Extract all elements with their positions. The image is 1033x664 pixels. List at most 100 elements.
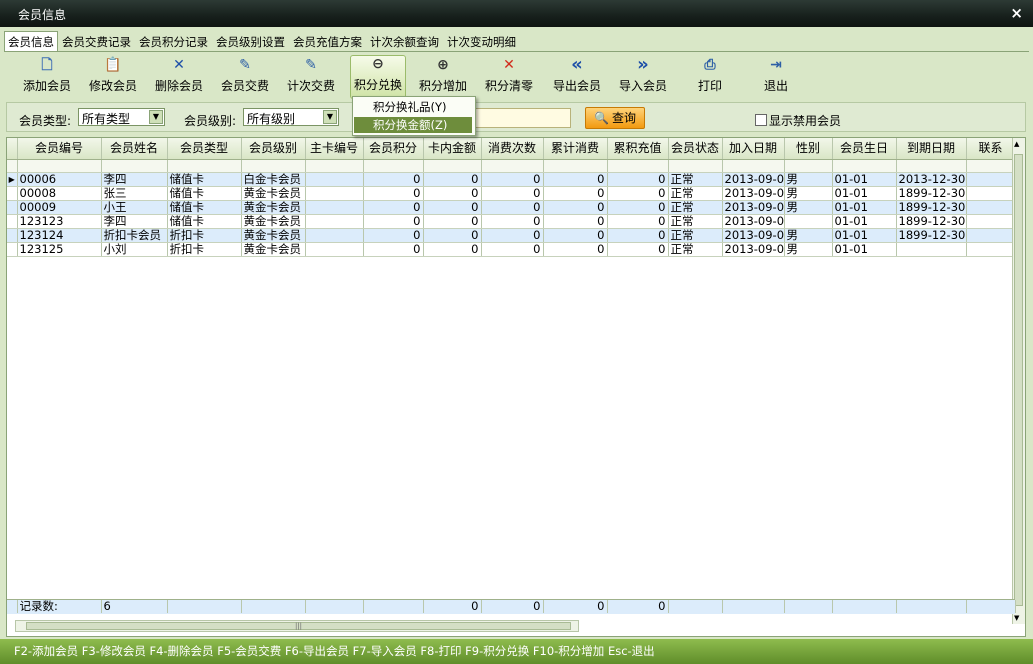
filter-cell[interactable] bbox=[481, 159, 544, 173]
table-cell[interactable]: 折扣卡 bbox=[167, 242, 242, 257]
table-cell[interactable]: 李四 bbox=[101, 214, 168, 229]
column-header[interactable]: 累积充值 bbox=[607, 138, 669, 160]
table-cell[interactable]: 0 bbox=[543, 228, 608, 243]
table-cell[interactable]: 0 bbox=[423, 242, 482, 257]
table-cell[interactable] bbox=[966, 200, 1016, 215]
table-cell[interactable]: 0 bbox=[543, 186, 608, 201]
table-cell[interactable] bbox=[896, 242, 967, 257]
table-cell[interactable] bbox=[305, 242, 364, 257]
column-header[interactable]: 会员状态 bbox=[668, 138, 723, 160]
tab-payment-records[interactable]: 会员交费记录 bbox=[58, 31, 135, 51]
vertical-scrollbar[interactable]: ▲ ▼ bbox=[1012, 138, 1025, 624]
table-cell[interactable]: 折扣卡 bbox=[167, 228, 242, 243]
table-cell[interactable]: 00008 bbox=[17, 186, 102, 201]
table-cell[interactable]: 0 bbox=[423, 228, 482, 243]
table-cell[interactable] bbox=[966, 172, 1016, 187]
column-header[interactable]: 消费次数 bbox=[481, 138, 544, 160]
table-cell[interactable] bbox=[305, 172, 364, 187]
table-cell[interactable]: 黄金卡会员 bbox=[241, 214, 306, 229]
tab-level-settings[interactable]: 会员级别设置 bbox=[212, 31, 289, 51]
filter-cell[interactable] bbox=[543, 159, 608, 173]
table-cell[interactable]: 0 bbox=[423, 172, 482, 187]
table-cell[interactable]: 小王 bbox=[101, 200, 168, 215]
table-cell[interactable]: 男 bbox=[784, 228, 833, 243]
filter-cell[interactable] bbox=[966, 159, 1016, 173]
table-cell[interactable]: 01-01 bbox=[832, 200, 897, 215]
close-icon[interactable]: × bbox=[1010, 4, 1023, 22]
filter-cell[interactable] bbox=[832, 159, 897, 173]
table-row[interactable]: 00009小王储值卡黄金卡会员00000正常2013-09-02男01-0118… bbox=[7, 200, 1016, 215]
table-cell[interactable] bbox=[305, 214, 364, 229]
points-redeem-button[interactable]: ⊖ 积分兑换 bbox=[350, 55, 406, 99]
filter-cell[interactable] bbox=[423, 159, 482, 173]
table-cell[interactable]: 0 bbox=[607, 172, 669, 187]
table-cell[interactable] bbox=[784, 214, 833, 229]
table-cell[interactable]: 0 bbox=[543, 200, 608, 215]
filter-cell[interactable] bbox=[101, 159, 168, 173]
table-cell[interactable]: 0 bbox=[481, 228, 544, 243]
table-cell[interactable]: 0 bbox=[363, 200, 424, 215]
table-cell[interactable]: 李四 bbox=[101, 172, 168, 187]
table-cell[interactable] bbox=[966, 242, 1016, 257]
table-cell[interactable]: 0 bbox=[423, 200, 482, 215]
table-cell[interactable]: 0 bbox=[607, 214, 669, 229]
table-cell[interactable]: 00006 bbox=[17, 172, 102, 187]
horizontal-scroll-thumb[interactable]: ||| bbox=[26, 622, 571, 630]
table-cell[interactable] bbox=[966, 214, 1016, 229]
column-header[interactable]: 联系 bbox=[966, 138, 1016, 160]
tab-points-records[interactable]: 会员积分记录 bbox=[135, 31, 212, 51]
table-cell[interactable]: 黄金卡会员 bbox=[241, 186, 306, 201]
table-cell[interactable]: 张三 bbox=[101, 186, 168, 201]
table-cell[interactable]: 0 bbox=[481, 200, 544, 215]
table-cell[interactable]: 123123 bbox=[17, 214, 102, 229]
table-cell[interactable] bbox=[305, 228, 364, 243]
table-row[interactable]: 123125小刘折扣卡黄金卡会员00000正常2013-09-07男01-01 bbox=[7, 242, 1016, 257]
table-cell[interactable]: 男 bbox=[784, 172, 833, 187]
column-header[interactable]: 主卡编号 bbox=[305, 138, 364, 160]
add-member-button[interactable]: 🗋 添加会员 bbox=[22, 57, 72, 97]
member-type-select[interactable]: 所有类型 ▼ bbox=[78, 108, 165, 126]
filter-cell[interactable] bbox=[722, 159, 785, 173]
tab-count-changes[interactable]: 计次变动明细 bbox=[443, 31, 520, 51]
table-cell[interactable]: 1899-12-30 bbox=[896, 214, 967, 229]
table-cell[interactable]: 折扣卡会员 bbox=[101, 228, 168, 243]
table-cell[interactable]: 正常 bbox=[668, 228, 723, 243]
table-cell[interactable]: 小刘 bbox=[101, 242, 168, 257]
table-cell[interactable]: 正常 bbox=[668, 242, 723, 257]
table-cell[interactable]: 0 bbox=[363, 228, 424, 243]
table-cell[interactable] bbox=[305, 200, 364, 215]
table-cell[interactable] bbox=[966, 186, 1016, 201]
table-cell[interactable]: 2013-12-30 bbox=[896, 172, 967, 187]
column-header[interactable]: 会员姓名 bbox=[101, 138, 168, 160]
filter-cell[interactable] bbox=[241, 159, 306, 173]
table-cell[interactable]: 123124 bbox=[17, 228, 102, 243]
filter-cell[interactable] bbox=[305, 159, 364, 173]
chevron-down-icon[interactable]: ▼ bbox=[149, 110, 163, 124]
table-cell[interactable]: 男 bbox=[784, 200, 833, 215]
menu-item-redeem-cash[interactable]: 积分换金额(Z) bbox=[354, 117, 472, 133]
table-cell[interactable]: 0 bbox=[543, 172, 608, 187]
table-cell[interactable]: 01-01 bbox=[832, 186, 897, 201]
filter-cell[interactable] bbox=[896, 159, 967, 173]
table-cell[interactable]: 黄金卡会员 bbox=[241, 200, 306, 215]
exit-button[interactable]: ⇥ 退出 bbox=[758, 57, 794, 97]
import-members-button[interactable]: » 导入会员 bbox=[618, 56, 668, 97]
table-cell[interactable]: 0 bbox=[481, 186, 544, 201]
table-cell[interactable]: 123125 bbox=[17, 242, 102, 257]
column-header[interactable]: 卡内金额 bbox=[423, 138, 482, 160]
chevron-down-icon[interactable]: ▼ bbox=[323, 110, 337, 124]
column-header[interactable]: 会员级别 bbox=[241, 138, 306, 160]
table-cell[interactable]: 2013-09-07 bbox=[722, 228, 785, 243]
show-disabled-checkbox[interactable]: 显示禁用会员 bbox=[755, 112, 841, 129]
table-cell[interactable]: 0 bbox=[481, 242, 544, 257]
table-cell[interactable]: 0 bbox=[607, 186, 669, 201]
table-cell[interactable]: 0 bbox=[363, 172, 424, 187]
export-members-button[interactable]: « 导出会员 bbox=[552, 56, 602, 97]
filter-cell[interactable] bbox=[784, 159, 833, 173]
column-header[interactable]: 性别 bbox=[784, 138, 833, 160]
table-cell[interactable]: 0 bbox=[423, 214, 482, 229]
filter-cell[interactable] bbox=[607, 159, 669, 173]
table-cell[interactable] bbox=[305, 186, 364, 201]
column-header[interactable]: 加入日期 bbox=[722, 138, 785, 160]
query-button[interactable]: 🔍 查询 bbox=[585, 107, 645, 129]
